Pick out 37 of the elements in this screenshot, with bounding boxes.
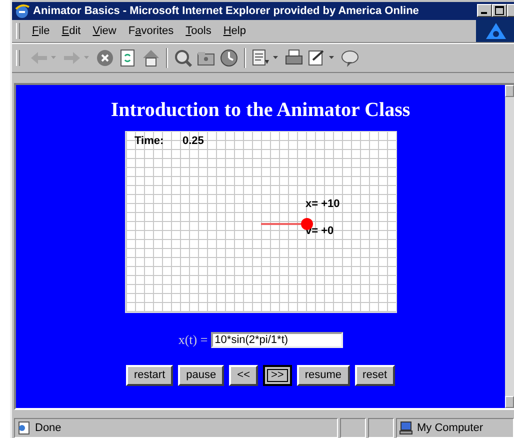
control-button[interactable]: << (229, 364, 258, 386)
zone-text: My Computer (417, 422, 484, 434)
menu-item[interactable]: Tools (180, 24, 218, 37)
maximize-button[interactable] (492, 4, 507, 18)
menu-item[interactable]: Edit (56, 24, 87, 37)
time-value: 0.25 (182, 134, 204, 147)
search-icon[interactable] (173, 48, 193, 68)
menu-item[interactable]: View (86, 24, 122, 37)
scrollbar[interactable] (505, 84, 514, 408)
time-label: Time: (134, 134, 164, 147)
ball (300, 218, 312, 230)
page-icon (17, 421, 31, 436)
status-text: Done (35, 422, 62, 434)
stop-icon[interactable] (95, 48, 115, 68)
page-heading: Introduction to the Animator Class (110, 98, 410, 122)
control-button[interactable]: pause (178, 364, 224, 386)
computer-icon (399, 421, 413, 436)
minimize-button[interactable] (477, 4, 492, 18)
browser-icon (14, 2, 30, 19)
menu-item[interactable]: Favorites (122, 24, 180, 37)
control-button[interactable]: >> (263, 364, 292, 386)
position-label: x= +10 (306, 198, 340, 210)
status-panel (340, 418, 366, 438)
menu-item[interactable]: Help (217, 24, 252, 37)
window-title: Animator Basics - Microsoft Internet Explorer provided by America Online (33, 4, 420, 17)
spring-line (260, 222, 300, 225)
formula-field[interactable]: 10*sin(2*pi/1*t) (210, 332, 343, 348)
home-icon[interactable] (141, 48, 161, 68)
control-button[interactable]: restart (126, 364, 174, 386)
menu-item[interactable]: File (26, 24, 56, 37)
control-button[interactable]: resume (296, 364, 350, 386)
formula-label: x(t) = (178, 332, 208, 348)
control-button[interactable]: reset (354, 364, 396, 386)
speech-bubble-icon[interactable] (340, 48, 360, 68)
dropdown-arrow-icon[interactable] (329, 56, 334, 60)
status-panel (368, 418, 394, 438)
dropdown-arrow-icon[interactable] (273, 56, 278, 60)
